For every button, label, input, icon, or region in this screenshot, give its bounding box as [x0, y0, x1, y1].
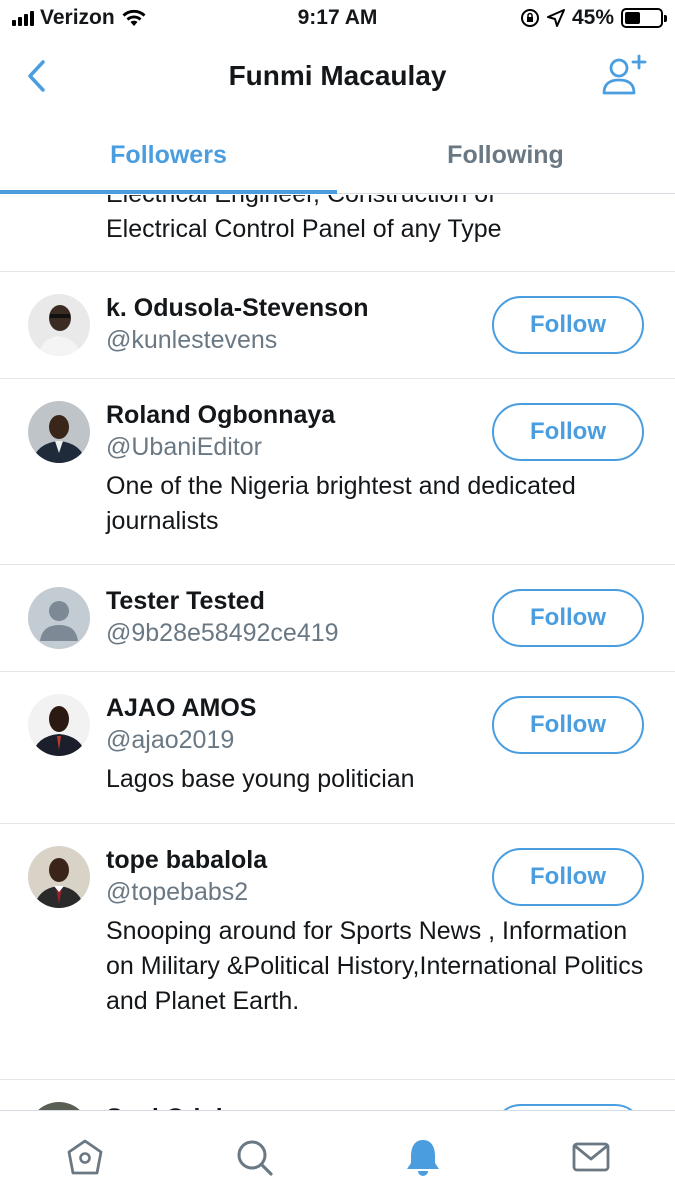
tab-notifications[interactable] [399, 1133, 447, 1181]
tab-home[interactable] [61, 1133, 109, 1181]
orientation-lock-icon [520, 9, 539, 27]
partial-bio-line2: Electrical Control Panel of any Type [106, 215, 502, 243]
tab-messages[interactable] [567, 1133, 615, 1181]
avatar[interactable] [28, 401, 90, 463]
location-icon [546, 9, 565, 27]
list-item[interactable]: tope babalola @topebabs2 Snooping around… [0, 824, 675, 1080]
partial-bio-line1: Electrical Engineer, Construction of [106, 195, 495, 209]
status-bar-right: 45% [520, 6, 667, 30]
follow-button[interactable]: Follow [492, 848, 644, 906]
list-item[interactable]: Tester Tested @9b28e58492ce419 Follow [0, 565, 675, 672]
followers-list[interactable]: Electrical Engineer, Construction of Ele… [0, 195, 675, 1110]
messages-icon [572, 1142, 610, 1172]
avatar-image [28, 1102, 90, 1110]
avatar-image [28, 401, 90, 463]
default-avatar-icon [28, 587, 90, 649]
list-item[interactable]: Roland Ogbonnaya @UbaniEditor One of the… [0, 379, 675, 565]
list-item-partial[interactable]: Electrical Engineer, Construction of Ele… [0, 195, 675, 272]
follow-button[interactable]: Follow [492, 696, 644, 754]
follow-button[interactable]: Follow [492, 296, 644, 354]
follow-button[interactable]: Follow [492, 403, 644, 461]
follow-tabs: Followers Following [0, 116, 675, 194]
avatar[interactable] [28, 294, 90, 356]
home-icon [67, 1139, 103, 1175]
add-user-icon [602, 54, 647, 95]
tab-following[interactable]: Following [337, 116, 674, 194]
battery-percent: 45% [571, 6, 614, 29]
battery-fill [625, 12, 641, 24]
nav-header: Funmi Macaulay [0, 38, 675, 116]
list-item[interactable]: Segi Odulana [0, 1080, 675, 1110]
user-bio: Lagos base young politician [106, 765, 415, 793]
avatar-image [28, 694, 90, 756]
add-user-button[interactable] [601, 54, 649, 98]
tab-search[interactable] [230, 1133, 278, 1181]
bottom-tab-bar [0, 1110, 675, 1200]
avatar[interactable] [28, 846, 90, 908]
notifications-icon [407, 1140, 439, 1176]
avatar[interactable] [28, 587, 90, 649]
avatar-image [28, 294, 90, 356]
list-item[interactable]: AJAO AMOS @ajao2019 Lagos base young pol… [0, 672, 675, 824]
user-name: Segi Odulana [106, 1102, 266, 1110]
status-bar: Verizon 9:17 AM 45% [0, 0, 675, 38]
user-bio: Snooping around for Sports News , Inform… [106, 917, 644, 1015]
active-tab-indicator [0, 190, 337, 194]
battery-icon [621, 8, 667, 28]
tab-followers[interactable]: Followers [0, 116, 337, 194]
follow-button[interactable]: Follow [492, 589, 644, 647]
avatar-image [28, 846, 90, 908]
search-icon [237, 1140, 273, 1176]
list-item[interactable]: k. Odusola-Stevenson @kunlestevens Follo… [0, 272, 675, 379]
page-title: Funmi Macaulay [228, 60, 447, 91]
user-bio: One of the Nigeria brightest and dedicat… [106, 472, 576, 535]
avatar[interactable] [28, 1102, 90, 1110]
avatar[interactable] [28, 694, 90, 756]
